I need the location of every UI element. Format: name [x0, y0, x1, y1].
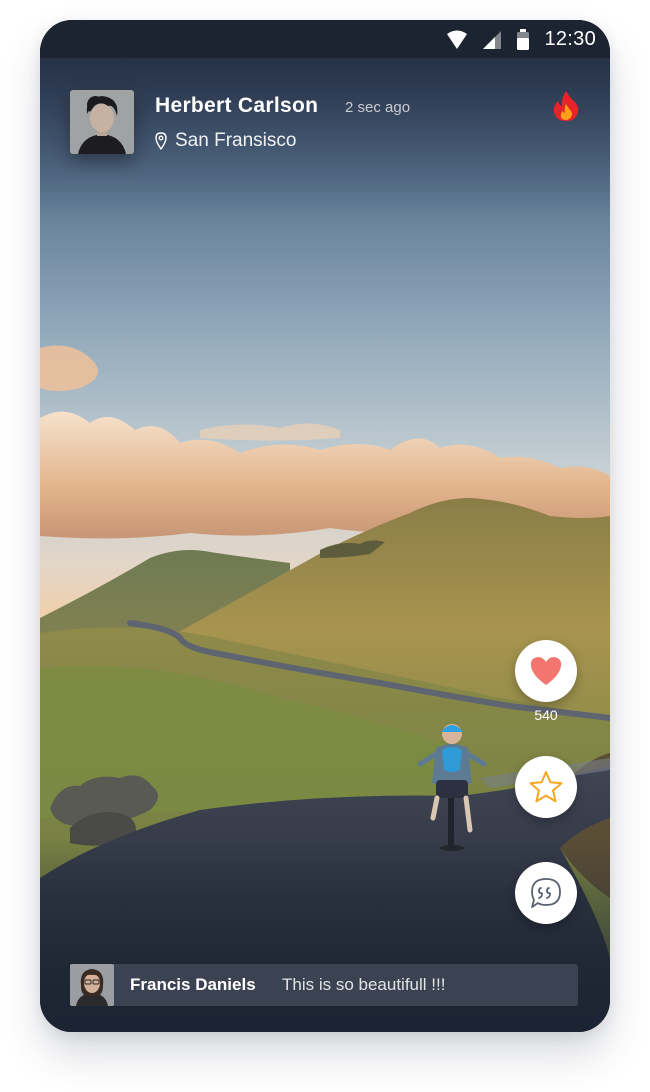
wifi-icon: [447, 30, 468, 49]
quote-bubble-icon: [531, 878, 561, 908]
heart-icon: [530, 657, 562, 685]
comment-text: This is so beautifull !!!: [282, 975, 446, 994]
favorite-button[interactable]: [515, 756, 577, 818]
cell-signal-icon: [483, 30, 502, 49]
status-icons: 12:30: [446, 28, 596, 51]
like-count: 540: [534, 707, 558, 723]
comment-button[interactable]: [515, 862, 577, 924]
fire-icon[interactable]: [552, 90, 580, 122]
post-location: San Fransisco: [155, 130, 296, 152]
post-header: Herbert Carlson 2 sec ago San Fransisco: [70, 90, 580, 160]
author-avatar[interactable]: [70, 90, 134, 154]
phone-frame: 12:30 Herbert Carlson 2 sec ago San Fran…: [40, 20, 610, 1032]
comment-preview[interactable]: Francis Daniels This is so beautifull !!…: [70, 964, 578, 1006]
location-pin-icon: [155, 132, 167, 150]
author-name[interactable]: Herbert Carlson: [155, 94, 318, 118]
post-timestamp: 2 sec ago: [345, 99, 411, 116]
status-bar: 12:30: [40, 20, 610, 58]
battery-icon: [517, 28, 530, 50]
commenter-avatar[interactable]: [70, 964, 114, 1006]
location-label: San Fransisco: [175, 130, 297, 151]
commenter-name[interactable]: Francis Daniels: [130, 975, 256, 995]
clock: 12:30: [544, 28, 596, 50]
star-icon: [529, 771, 563, 803]
like-button[interactable]: [515, 640, 577, 702]
